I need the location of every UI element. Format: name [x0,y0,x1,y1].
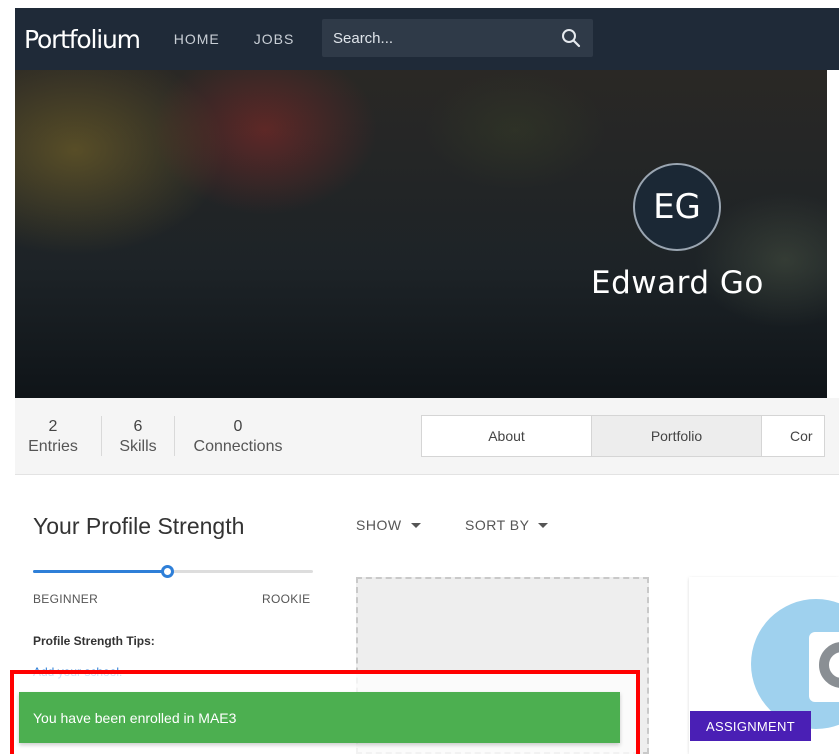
profile-cover-image: EG Edward Go [15,70,827,398]
nav-home-link[interactable]: HOME [174,31,220,47]
stat-divider [174,416,175,456]
profile-tabs: About Portfolio Cor [421,415,825,457]
tab-portfolio-label: Portfolio [650,428,703,444]
search-icon[interactable] [561,28,581,48]
progress-fill [33,570,168,573]
search-box[interactable] [322,19,593,57]
tab-about[interactable]: About [421,415,592,457]
stat-connections-value: 0 [233,418,243,435]
portfolium-logo[interactable]: Portfolium [24,25,141,54]
sort-by-label: SORT BY [465,517,530,533]
tab-about-label: About [488,428,525,444]
show-label: SHOW [356,517,402,533]
enrollment-toast[interactable]: You have been enrolled in MAE3 [19,692,620,743]
chevron-down-icon [538,522,549,528]
stat-connections[interactable]: 0 Connections [185,418,291,456]
chevron-down-icon [410,522,421,528]
stat-connections-label: Connections [193,438,283,455]
level-rookie-label: ROOKIE [262,592,311,606]
profile-strength-progress [33,565,313,578]
toast-message: You have been enrolled in MAE3 [33,709,237,726]
stat-skills-label: Skills [119,438,157,455]
show-dropdown[interactable]: SHOW [356,517,421,533]
tab-portfolio[interactable]: Portfolio [591,415,762,457]
strength-tips-title: Profile Strength Tips: [33,634,155,648]
stat-entries-label: Entries [28,438,78,455]
avatar[interactable]: EG [633,163,721,251]
stat-entries[interactable]: 2 Entries [19,418,87,456]
profile-name: Edward Go [591,265,764,301]
level-beginner-label: BEGINNER [33,592,99,606]
stat-entries-value: 2 [48,418,58,435]
sort-by-dropdown[interactable]: SORT BY [465,517,549,533]
stat-divider [101,416,102,456]
avatar-initials: EG [653,187,701,227]
nav-jobs-link[interactable]: JOBS [254,31,295,47]
stat-skills-value: 6 [133,418,143,435]
tab-connections-label: Cor [790,428,813,444]
profile-stats-bar: 2 Entries 6 Skills 0 Connections About P… [15,398,839,475]
search-input[interactable] [322,29,542,47]
assignment-badge: ASSIGNMENT [690,711,811,741]
progress-knob [161,565,175,578]
profile-strength-title: Your Profile Strength [33,513,245,539]
top-navbar: Portfolium HOME JOBS [15,8,839,70]
stat-skills[interactable]: 6 Skills [103,418,173,456]
tab-connections[interactable]: Cor [761,415,825,457]
